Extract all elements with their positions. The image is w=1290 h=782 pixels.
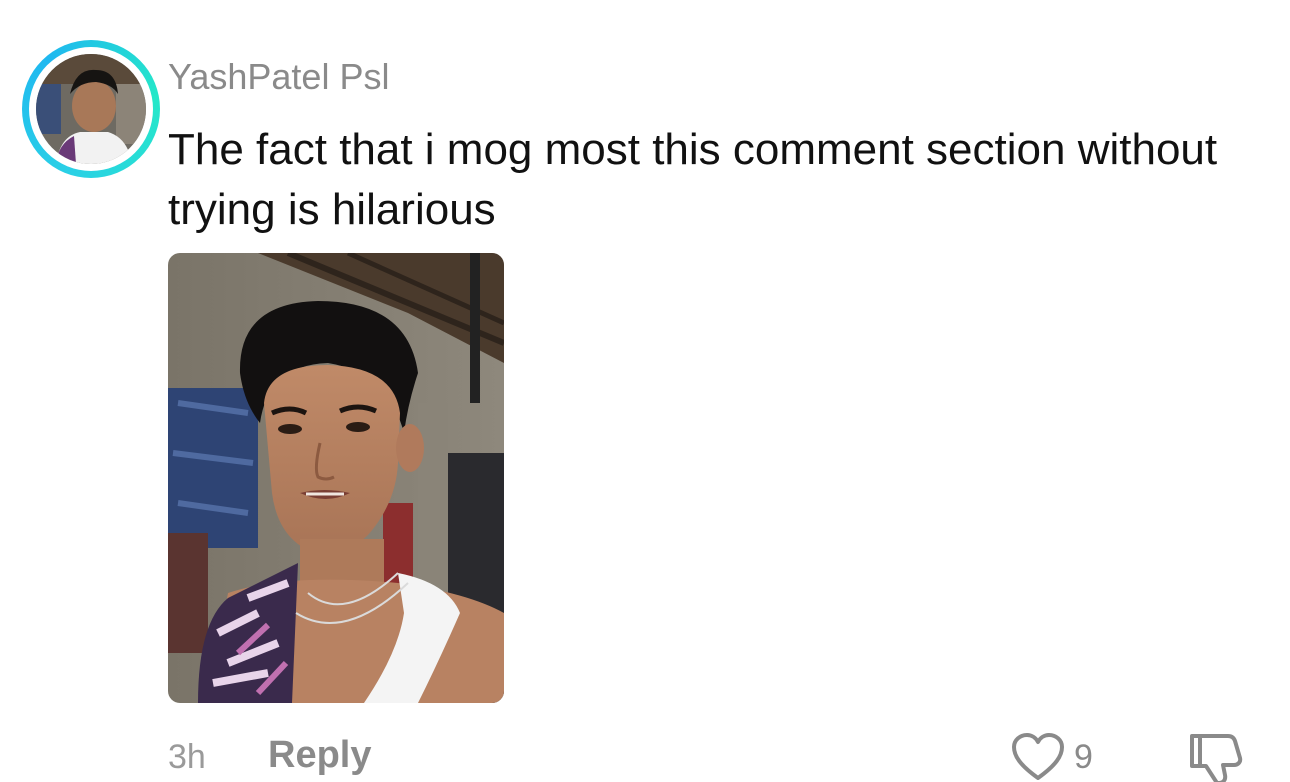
avatar[interactable] bbox=[22, 40, 160, 178]
heart-icon[interactable] bbox=[1010, 732, 1066, 782]
thumbs-down-icon[interactable] bbox=[1188, 730, 1248, 782]
comment-text: The fact that i mog most this comment se… bbox=[168, 125, 1218, 234]
username[interactable]: YashPatel Psl bbox=[168, 56, 389, 98]
comment-photo[interactable] bbox=[168, 253, 504, 703]
like-count: 9 bbox=[1074, 738, 1093, 776]
avatar-image bbox=[36, 54, 146, 164]
reply-button[interactable]: Reply bbox=[268, 734, 371, 777]
comment-footer: 3h Reply 9 bbox=[0, 730, 1290, 782]
photo-image bbox=[168, 253, 504, 703]
timestamp: 3h bbox=[168, 738, 206, 776]
avatar-gap bbox=[29, 47, 153, 171]
comment-item: YashPatel Psl The fact that i mog most t… bbox=[0, 0, 1290, 782]
avatar-photo bbox=[36, 54, 146, 164]
